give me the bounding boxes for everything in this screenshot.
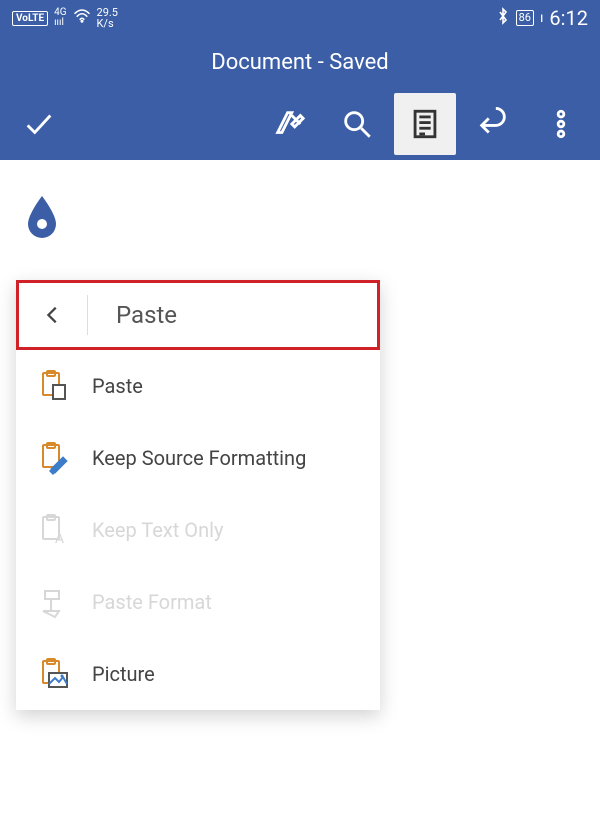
menu-item-paste-format: Paste Format: [16, 566, 380, 638]
reading-view-button[interactable]: [394, 93, 456, 155]
data-speed: 29.5 K/s: [97, 7, 118, 29]
menu-item-label: Paste Format: [92, 590, 212, 614]
menu-item-picture[interactable]: Picture: [16, 638, 380, 710]
network-indicator: 4Gıııl: [54, 8, 66, 28]
svg-text:A: A: [55, 531, 64, 547]
status-bar: VoLTE 4Gıııl 29.5 K/s 86 ı 6:12: [0, 0, 600, 36]
wifi-icon: [73, 9, 91, 27]
done-button[interactable]: [8, 93, 70, 155]
clipboard-brush-icon: [36, 440, 72, 476]
more-button[interactable]: [530, 93, 592, 155]
volte-badge: VoLTE: [12, 11, 48, 26]
clock: 6:12: [549, 6, 588, 30]
search-button[interactable]: [326, 93, 388, 155]
battery-indicator: 86: [516, 10, 534, 26]
menu-item-label: Keep Text Only: [92, 518, 223, 542]
menu-title: Paste: [116, 301, 177, 329]
paste-menu: Paste Paste Keep Source Formatting A Kee…: [16, 280, 380, 710]
menu-header[interactable]: Paste: [16, 280, 380, 350]
title-bar: Document - Saved: [0, 36, 600, 88]
clipboard-picture-icon: [36, 656, 72, 692]
divider: [87, 295, 88, 335]
toolbar: [0, 88, 600, 160]
undo-button[interactable]: [462, 93, 524, 155]
document-title: Document - Saved: [211, 50, 388, 75]
clipboard-text-icon: A: [36, 512, 72, 548]
menu-item-label: Paste: [92, 374, 143, 398]
menu-item-keep-source-formatting[interactable]: Keep Source Formatting: [16, 422, 380, 494]
cursor-handle-icon[interactable]: [26, 194, 58, 240]
menu-item-keep-text-only: A Keep Text Only: [16, 494, 380, 566]
back-button[interactable]: [19, 283, 87, 347]
format-button[interactable]: [258, 93, 320, 155]
document-canvas[interactable]: Paste Paste Keep Source Formatting A Kee…: [0, 160, 600, 825]
menu-item-label: Keep Source Formatting: [92, 446, 306, 470]
clipboard-paste-icon: [36, 368, 72, 404]
format-brush-icon: [36, 584, 72, 620]
bluetooth-icon: [496, 7, 510, 29]
menu-item-label: Picture: [92, 662, 155, 686]
menu-item-paste[interactable]: Paste: [16, 350, 380, 422]
